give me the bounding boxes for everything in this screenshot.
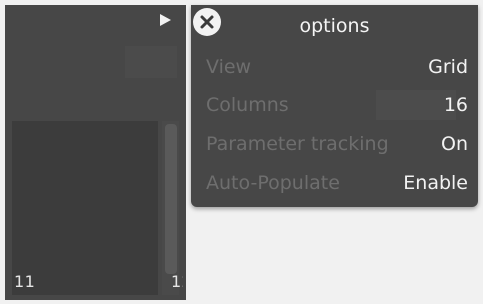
option-row-auto-populate: Auto-Populate Enable (206, 168, 468, 198)
window-frame: 11 12 options View Grid Columns 16 Param… (0, 0, 483, 304)
option-value-view[interactable]: Grid (428, 56, 468, 78)
play-icon[interactable] (155, 10, 175, 30)
option-label-view: View (206, 56, 252, 78)
scrollbar-thumb[interactable] (165, 124, 177, 274)
option-row-columns: Columns 16 (206, 90, 468, 120)
option-value-columns[interactable]: 16 (444, 94, 468, 116)
option-row-view: View Grid (206, 52, 468, 82)
track-number-11: 11 (14, 272, 36, 291)
track-number-12: 12 (171, 272, 183, 291)
options-title: options (299, 15, 370, 37)
option-value-parameter-tracking[interactable]: On (441, 133, 468, 155)
option-row-parameter-tracking: Parameter tracking On (206, 129, 468, 159)
left-panel-placeholder (125, 46, 177, 78)
option-label-columns: Columns (206, 94, 289, 116)
close-icon (199, 14, 215, 30)
option-label-parameter-tracking: Parameter tracking (206, 133, 389, 155)
option-value-auto-populate[interactable]: Enable (403, 172, 468, 194)
option-label-auto-populate: Auto-Populate (206, 172, 340, 194)
close-button[interactable] (193, 8, 221, 36)
track-area[interactable] (12, 121, 158, 295)
